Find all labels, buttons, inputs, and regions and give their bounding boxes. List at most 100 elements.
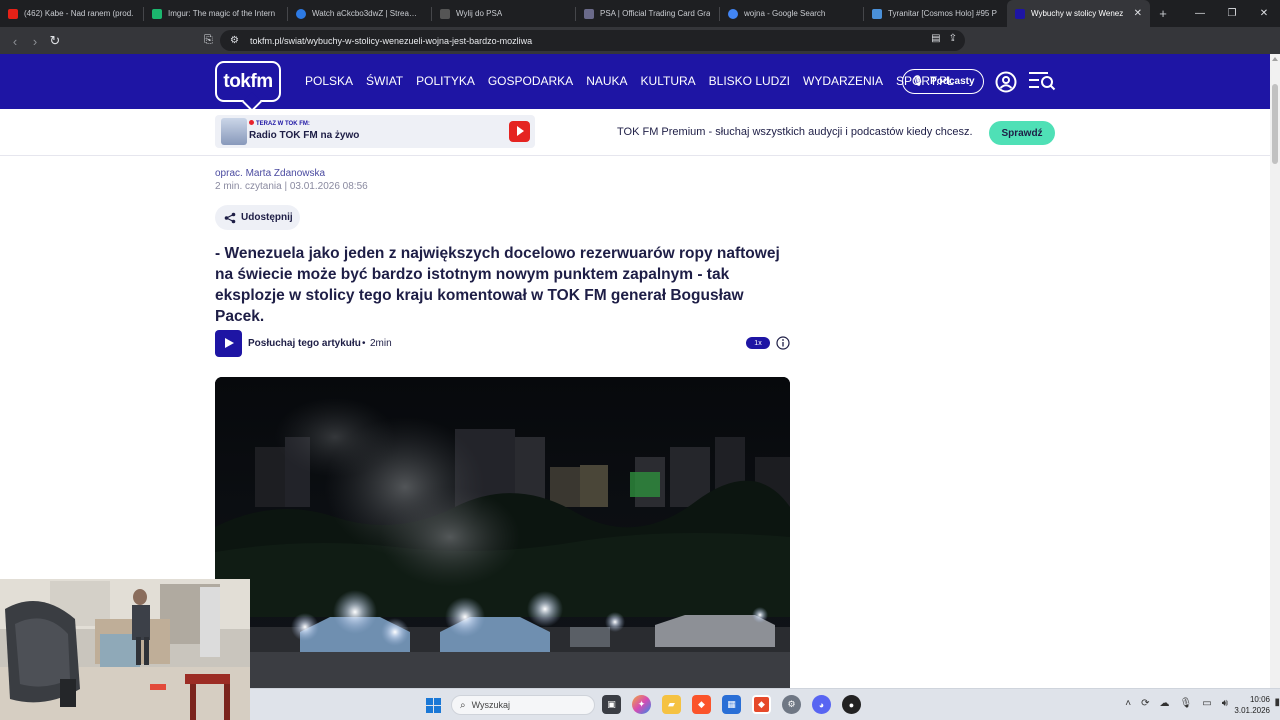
- microphone-icon: 🎙︎: [911, 76, 925, 87]
- premium-cta-button[interactable]: Sprawdź: [989, 121, 1055, 145]
- close-window-icon[interactable]: ✕: [1248, 0, 1280, 27]
- reload-icon[interactable]: ↻: [45, 31, 65, 51]
- new-tab-button[interactable]: +: [1150, 6, 1176, 21]
- audio-player-label: Posłuchaj tego artykułu: [248, 338, 361, 349]
- google-icon: [728, 8, 738, 19]
- scrollbar-thumb[interactable]: [1272, 84, 1278, 164]
- nav-nauka[interactable]: NAUKA: [586, 74, 627, 88]
- task-view-icon[interactable]: ▣: [602, 695, 621, 714]
- nav-kultura[interactable]: KULTURA: [641, 74, 696, 88]
- back-icon[interactable]: ‹: [5, 31, 25, 51]
- scroll-up-icon[interactable]: [1272, 57, 1278, 61]
- system-tray: ˄ ⟳ ☁ 🎙︎ ▭ 🔊︎: [1125, 698, 1228, 709]
- search-icon: ⌕: [460, 699, 466, 711]
- audio-separator: •: [362, 338, 366, 349]
- address-bar[interactable]: ⎘ ⚙ tokfm.pl/swiat/wybuchy-w-stolicy-wen…: [204, 30, 965, 51]
- radio-play-button[interactable]: [509, 121, 530, 142]
- nav-gospodarka[interactable]: GOSPODARKA: [488, 74, 573, 88]
- browser-tab[interactable]: wojna - Google Search: [720, 0, 863, 27]
- nav-blisko-ludzi[interactable]: BLISKO LUDZI: [709, 74, 790, 88]
- browser-tab[interactable]: (462) Kabe - Nad ranem (prod.: [0, 0, 143, 27]
- share-button[interactable]: Udostępnij: [215, 205, 300, 230]
- article-photo: [215, 377, 790, 697]
- main-nav: POLSKA ŚWIAT POLITYKA GOSPODARKA NAUKA K…: [305, 74, 954, 88]
- share-icon: [224, 212, 236, 223]
- premium-text: TOK FM Premium - słuchaj wszystkich audy…: [617, 126, 973, 138]
- nav-polska[interactable]: POLSKA: [305, 74, 353, 88]
- audio-play-button[interactable]: [215, 330, 242, 357]
- site-info-icon[interactable]: ⚙: [230, 35, 239, 46]
- address-bar-actions: ▤ ⇪: [931, 33, 957, 44]
- reader-mode-icon[interactable]: ▤: [931, 33, 940, 44]
- url-text: tokfm.pl/swiat/wybuchy-w-stolicy-wenezue…: [250, 35, 533, 46]
- browser-tab[interactable]: Wylij do PSA: [432, 0, 575, 27]
- windows-start-icon[interactable]: [426, 698, 441, 713]
- settings-icon[interactable]: ⚙: [782, 695, 801, 714]
- brave-active-icon[interactable]: ◆: [752, 695, 771, 714]
- youtube-icon: [8, 8, 18, 19]
- browser-tab-strip: (462) Kabe - Nad ranem (prod. Imgur: The…: [0, 0, 1280, 27]
- menu-search-icon[interactable]: [1028, 70, 1056, 92]
- article-lead: - Wenezuela jako jeden z największych do…: [215, 245, 780, 325]
- browser-tab[interactable]: Imgur: The magic of the Intern: [144, 0, 287, 27]
- audio-duration: 2min: [370, 338, 392, 349]
- nav-wydarzenia[interactable]: WYDARZENIA: [803, 74, 883, 88]
- clock-date: 3.01.2026: [1234, 706, 1270, 715]
- taskbar-search[interactable]: ⌕ Wyszukaj: [451, 695, 595, 715]
- copilot-icon[interactable]: ✦: [632, 695, 651, 714]
- obs-icon[interactable]: ●: [842, 695, 861, 714]
- playback-speed-button[interactable]: 1x: [746, 337, 770, 349]
- maximize-icon[interactable]: ❐: [1216, 0, 1248, 27]
- host-avatar: [221, 118, 247, 145]
- user-account-icon[interactable]: [995, 71, 1017, 93]
- share-label: Udostępnij: [241, 212, 293, 223]
- window-controls: — ❐ ✕: [1184, 0, 1280, 27]
- nav-swiat[interactable]: ŚWIAT: [366, 74, 403, 88]
- nav-polityka[interactable]: POLITYKA: [416, 74, 475, 88]
- webcam-overlay: [0, 579, 250, 720]
- night-city-explosion-image: [215, 377, 790, 697]
- imgur-icon: [152, 8, 162, 19]
- browser-tab[interactable]: PSA | Official Trading Card Gra: [576, 0, 719, 27]
- microsoft-store-icon[interactable]: ▦: [722, 695, 741, 714]
- bookmark-icon[interactable]: ⎘: [204, 34, 213, 47]
- search-placeholder: Wyszukaj: [471, 700, 511, 710]
- notifications-icon[interactable]: ▮: [1274, 697, 1280, 708]
- forward-icon[interactable]: ›: [25, 31, 45, 51]
- article-byline[interactable]: oprac. Marta Zdanowska: [215, 168, 325, 179]
- windows-taskbar: ⌕ Wyszukaj ▣ ✦ ▰ ◆ ▦ ◆ ⚙ ◕ ● ˄ ⟳ ☁ 🎙︎ ▭ …: [250, 688, 1280, 720]
- taskbar-apps: ▣ ✦ ▰ ◆ ▦ ◆ ⚙ ◕ ●: [602, 695, 861, 714]
- article-meta: 2 min. czytania | 03.01.2026 08:56: [215, 181, 368, 192]
- display-icon[interactable]: ▭: [1202, 698, 1211, 709]
- info-icon[interactable]: [776, 336, 790, 350]
- promo-bar: TERAZ W TOK FM: Radio TOK FM na żywo TOK…: [0, 109, 1270, 156]
- brave-browser-icon[interactable]: ◆: [692, 695, 711, 714]
- volume-icon[interactable]: 🔊︎: [1222, 698, 1228, 709]
- document-icon: [440, 8, 450, 19]
- live-radio-widget[interactable]: TERAZ W TOK FM: Radio TOK FM na żywo: [215, 115, 535, 148]
- psa-icon: [584, 8, 594, 19]
- microphone-tray-icon[interactable]: 🎙︎: [1180, 698, 1193, 709]
- webcam-feed-image: [0, 579, 250, 720]
- podcasts-button[interactable]: 🎙︎ Podcasty: [902, 69, 984, 94]
- pricecharting-icon: [872, 8, 882, 19]
- tray-overflow-icon[interactable]: ˄: [1125, 698, 1131, 709]
- browser-tab[interactable]: Watch aCkcbo3dwZ | Streamab: [288, 0, 431, 27]
- tokfm-icon: [1015, 8, 1025, 19]
- sync-icon[interactable]: ⟳: [1141, 698, 1149, 709]
- tokfm-logo[interactable]: tokfm: [215, 61, 281, 102]
- file-explorer-icon[interactable]: ▰: [662, 695, 681, 714]
- minimize-icon[interactable]: —: [1184, 0, 1216, 27]
- browser-tab[interactable]: Tyranitar [Cosmos Holo] #95 P: [864, 0, 1007, 27]
- streamable-icon: [296, 8, 306, 19]
- discord-icon[interactable]: ◕: [812, 695, 831, 714]
- live-dot-icon: [249, 120, 254, 125]
- live-label: TERAZ W TOK FM:: [249, 120, 310, 127]
- taskbar-clock[interactable]: 10:06 3.01.2026: [1234, 694, 1270, 716]
- onedrive-icon[interactable]: ☁: [1160, 698, 1170, 709]
- browser-tab-active[interactable]: Wybuchy w stolicy Wenez ✕: [1007, 0, 1150, 27]
- site-header: tokfm POLSKA ŚWIAT POLITYKA GOSPODARKA N…: [0, 54, 1270, 109]
- share-page-icon[interactable]: ⇪: [949, 33, 957, 44]
- close-tab-icon[interactable]: ✕: [1134, 8, 1142, 19]
- clock-time: 10:06: [1249, 695, 1270, 704]
